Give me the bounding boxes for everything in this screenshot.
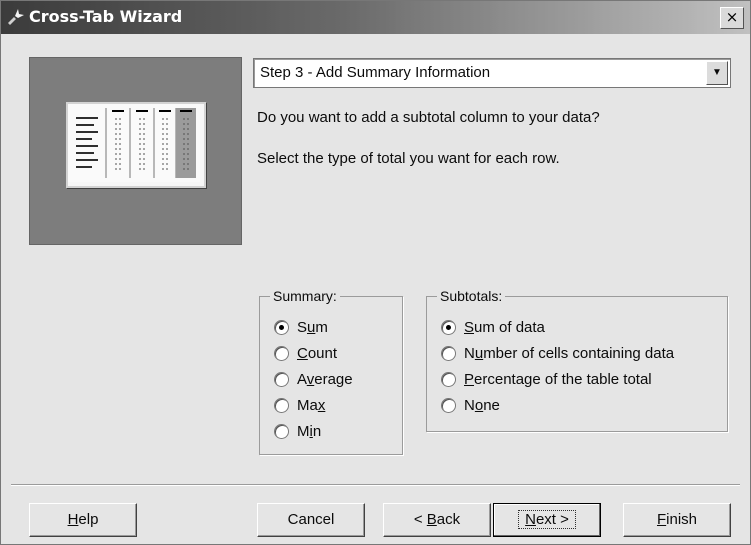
subtotal-option-percentage-label: Percentage of the table total xyxy=(464,370,652,388)
summary-option-min-label: Min xyxy=(297,422,322,440)
summary-option-max[interactable]: Max xyxy=(274,395,325,415)
summary-option-min[interactable]: Min xyxy=(274,421,321,441)
summary-option-max-label: Max xyxy=(297,396,326,414)
radio-icon[interactable] xyxy=(274,397,289,413)
finish-button[interactable]: Finish xyxy=(623,503,731,537)
summary-option-average-label: Average xyxy=(297,370,353,388)
subtotal-option-cell-count[interactable]: Number of cells containing data xyxy=(441,343,674,363)
subtotals-group-label: Subtotals: xyxy=(437,288,506,304)
subtotal-option-sum-of-data[interactable]: Sum of data xyxy=(441,317,545,337)
cancel-button[interactable]: Cancel xyxy=(257,503,365,537)
radio-icon[interactable] xyxy=(274,423,289,439)
back-button[interactable]: < Back xyxy=(383,503,491,537)
next-button[interactable]: Next > xyxy=(493,503,601,537)
wizard-window: Cross-Tab Wizard × Step 3 - Add Summary … xyxy=(0,0,751,545)
subtotal-question: Do you want to add a subtotal column to … xyxy=(257,109,600,126)
subtotal-option-none[interactable]: None xyxy=(441,395,500,415)
table-preview-icon xyxy=(66,102,206,188)
radio-icon[interactable] xyxy=(274,371,289,387)
help-button-label: Help xyxy=(67,511,99,528)
radio-selected-icon[interactable] xyxy=(274,319,289,335)
radio-icon[interactable] xyxy=(441,371,456,387)
radio-icon[interactable] xyxy=(441,345,456,361)
title-bar[interactable]: Cross-Tab Wizard × xyxy=(1,1,750,34)
next-button-label: Next > xyxy=(518,510,576,529)
summary-option-sum-label: Sum xyxy=(297,318,328,336)
subtotal-option-sum-of-data-label: Sum of data xyxy=(464,318,545,336)
window-title: Cross-Tab Wizard xyxy=(29,7,183,26)
radio-selected-icon[interactable] xyxy=(441,319,456,335)
subtotal-option-percentage[interactable]: Percentage of the table total xyxy=(441,369,652,389)
subtotal-option-none-label: None xyxy=(464,396,500,414)
step-dropdown-value: Step 3 - Add Summary Information xyxy=(260,64,491,81)
radio-icon[interactable] xyxy=(274,345,289,361)
summary-group: Summary: Sum Count Average Max Min xyxy=(259,288,403,455)
subtotal-option-cell-count-label: Number of cells containing data xyxy=(464,344,675,362)
chevron-down-icon: ▼ xyxy=(712,67,722,78)
wizard-app-icon xyxy=(8,9,24,25)
subtotals-group: Subtotals: Sum of data Number of cells c… xyxy=(426,288,728,432)
button-divider xyxy=(11,484,740,486)
summary-group-label: Summary: xyxy=(270,288,340,304)
step-dropdown[interactable]: Step 3 - Add Summary Information ▼ xyxy=(253,58,731,88)
finish-button-label: Finish xyxy=(656,511,698,528)
dropdown-arrow-button[interactable]: ▼ xyxy=(706,61,728,85)
summary-option-sum[interactable]: Sum xyxy=(274,317,328,337)
help-button[interactable]: Help xyxy=(29,503,137,537)
close-icon: × xyxy=(725,8,739,26)
back-button-label: < Back xyxy=(413,511,461,528)
cancel-button-label: Cancel xyxy=(287,511,335,528)
radio-icon[interactable] xyxy=(441,397,456,413)
crosstab-illustration xyxy=(29,57,242,245)
close-button[interactable]: × xyxy=(720,7,744,29)
total-type-instruction: Select the type of total you want for ea… xyxy=(257,150,560,167)
summary-option-average[interactable]: Average xyxy=(274,369,353,389)
summary-option-count[interactable]: Count xyxy=(274,343,337,363)
summary-option-count-label: Count xyxy=(297,344,338,362)
